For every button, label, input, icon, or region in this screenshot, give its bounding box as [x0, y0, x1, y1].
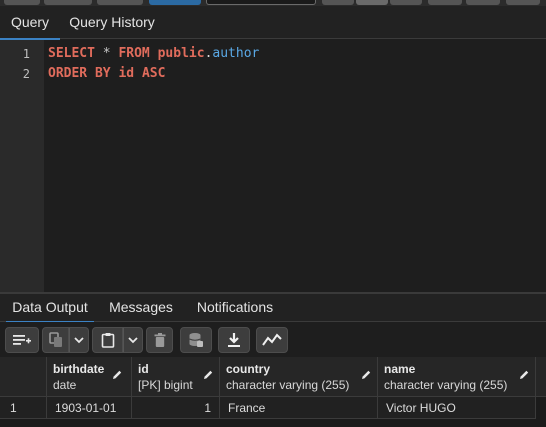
column-name: name: [384, 362, 416, 376]
column-header-name[interactable]: name character varying (255): [378, 357, 536, 397]
copy-options-button[interactable]: [69, 327, 89, 353]
graph-icon: [262, 333, 282, 346]
sql-column: id: [118, 66, 135, 81]
row-number[interactable]: 1: [0, 397, 47, 419]
execute-button[interactable]: [149, 0, 201, 5]
tab-label: Messages: [109, 299, 173, 315]
table-cell-name[interactable]: Victor HUGO: [378, 397, 536, 419]
save-data-icon: [189, 333, 203, 347]
sql-keyword: ORDER BY: [48, 66, 111, 81]
download-button[interactable]: [218, 327, 250, 353]
toolbar-button[interactable]: [506, 0, 540, 5]
sql-operator: *: [102, 46, 111, 61]
chevron-down-icon: [128, 337, 138, 344]
paste-icon: [101, 333, 114, 348]
line-number-gutter: 1 2: [0, 40, 44, 292]
code-line-2: ORDER BY id ASC: [48, 66, 165, 81]
result-tabs: Data Output Messages Notifications: [0, 294, 546, 323]
sql-keyword: ASC: [141, 66, 166, 81]
sql-schema: public: [157, 46, 205, 61]
query-tabs: Query Query History: [0, 6, 546, 40]
column-type: date: [53, 378, 77, 392]
tab-label: Query: [10, 14, 50, 30]
toolbar-button[interactable]: [97, 0, 143, 5]
toolbar-button[interactable]: [390, 0, 422, 5]
toolbar-button[interactable]: [428, 0, 462, 5]
copy-button[interactable]: [42, 327, 69, 353]
table-cell-birthdate[interactable]: 1903-01-01: [47, 397, 132, 419]
sql-keyword: FROM: [118, 46, 150, 61]
grid-scroll-gutter: [536, 357, 546, 397]
tab-label: Query History: [69, 14, 155, 30]
sql-editor[interactable]: 1 2 SELECT * FROM public.author ORDER BY…: [0, 40, 546, 292]
limit-select[interactable]: [206, 0, 316, 5]
column-header-id[interactable]: id [PK] bigint: [132, 357, 220, 397]
download-icon: [228, 333, 240, 347]
column-name: birthdate: [53, 362, 105, 376]
toolbar-button[interactable]: [356, 0, 388, 5]
edit-pencil-icon[interactable]: [518, 369, 530, 381]
toolbar-button[interactable]: [466, 0, 500, 5]
data-output-toolbar: [0, 322, 546, 357]
add-row-button[interactable]: [5, 327, 39, 353]
column-header-birthdate[interactable]: birthdate date: [47, 357, 132, 397]
tab-notifications[interactable]: Notifications: [188, 294, 282, 322]
toolbar-button[interactable]: [322, 0, 354, 5]
toolbar-button[interactable]: [44, 0, 92, 5]
table-cell-country[interactable]: France: [220, 397, 378, 419]
edit-pencil-icon[interactable]: [360, 369, 372, 381]
sql-keyword: SELECT: [48, 46, 95, 61]
code-line-1: SELECT * FROM public.author: [48, 46, 259, 61]
column-name: country: [226, 362, 271, 376]
tab-label: Data Output: [12, 299, 88, 315]
results-grid: birthdate date id [PK] bigint country ch…: [0, 357, 546, 427]
paste-options-button[interactable]: [123, 327, 143, 353]
graph-visualiser-button[interactable]: [256, 327, 288, 353]
toolbar-button[interactable]: [4, 0, 40, 5]
edit-pencil-icon[interactable]: [111, 369, 123, 381]
column-type: character varying (255): [226, 378, 350, 392]
tab-messages[interactable]: Messages: [102, 294, 180, 322]
line-number: 1: [22, 47, 30, 61]
line-number: 2: [22, 67, 30, 81]
row-number-header: [0, 357, 47, 397]
paste-button[interactable]: [92, 327, 123, 353]
copy-icon: [48, 332, 62, 347]
column-type: character varying (255): [384, 378, 508, 392]
column-header-country[interactable]: country character varying (255): [220, 357, 378, 397]
tab-data-output[interactable]: Data Output: [6, 294, 94, 323]
add-row-icon: [13, 335, 31, 345]
tab-query-history[interactable]: Query History: [62, 6, 162, 39]
edit-pencil-icon[interactable]: [202, 369, 214, 381]
column-name: id: [138, 362, 149, 376]
tab-query[interactable]: Query: [0, 6, 60, 40]
sql-table: author: [212, 46, 260, 61]
delete-icon: [154, 333, 165, 347]
table-cell-id[interactable]: 1: [132, 397, 220, 419]
save-data-button[interactable]: [180, 327, 212, 353]
delete-button[interactable]: [146, 327, 173, 353]
tab-label: Notifications: [196, 299, 274, 315]
column-type: [PK] bigint: [138, 378, 193, 392]
chevron-down-icon: [74, 337, 84, 344]
